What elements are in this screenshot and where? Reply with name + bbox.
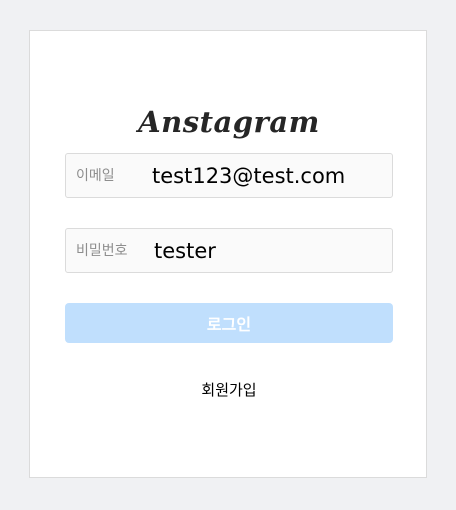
app-logo: Anstagram xyxy=(138,105,320,139)
signup-link[interactable]: 회원가입 xyxy=(30,379,428,400)
password-input[interactable] xyxy=(154,235,386,267)
email-input[interactable] xyxy=(152,160,384,192)
login-card: Anstagram 이메일 비밀번호 로그인 회원가입 xyxy=(29,30,427,478)
login-button[interactable]: 로그인 xyxy=(65,303,393,343)
email-field[interactable]: 이메일 xyxy=(65,153,393,198)
email-field-label: 이메일 xyxy=(76,168,115,184)
password-field-label: 비밀번호 xyxy=(76,243,128,259)
password-field[interactable]: 비밀번호 xyxy=(65,228,393,273)
